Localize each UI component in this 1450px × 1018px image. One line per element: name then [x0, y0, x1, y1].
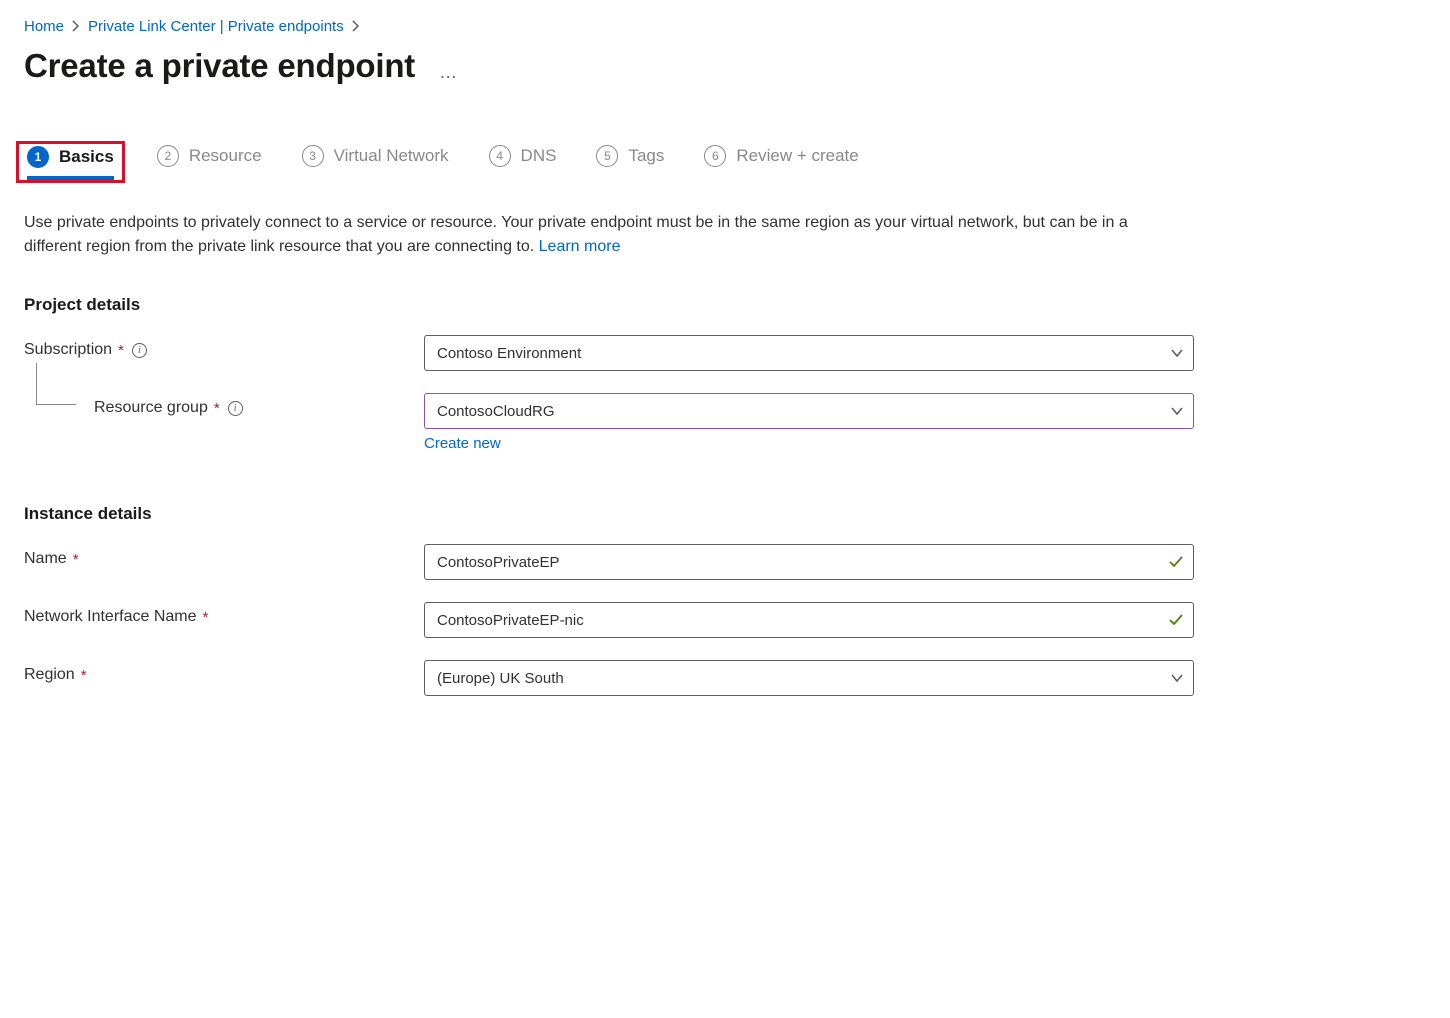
- form-row-resource-group: Resource group * i Create new: [24, 393, 1426, 452]
- tab-label: Tags: [628, 146, 664, 166]
- chevron-right-icon: [72, 19, 80, 35]
- highlight-box: 1 Basics: [16, 141, 125, 183]
- tab-virtual-network[interactable]: 3 Virtual Network: [302, 145, 449, 179]
- tab-tags[interactable]: 5 Tags: [596, 145, 664, 179]
- tab-number-icon: 4: [489, 145, 511, 167]
- tab-basics[interactable]: 1 Basics: [27, 146, 114, 180]
- subscription-select[interactable]: [424, 335, 1194, 371]
- overflow-icon[interactable]: …: [439, 62, 459, 83]
- tab-number-icon: 6: [704, 145, 726, 167]
- required-indicator-icon: *: [118, 342, 124, 359]
- label-subscription: Subscription: [24, 341, 112, 359]
- indent-line-icon: [36, 363, 76, 405]
- form-row-region: Region *: [24, 660, 1426, 696]
- tab-number-icon: 3: [302, 145, 324, 167]
- tab-label: Resource: [189, 146, 262, 166]
- required-indicator-icon: *: [73, 551, 79, 568]
- breadcrumb: Home Private Link Center | Private endpo…: [24, 18, 1426, 35]
- tab-label: Basics: [59, 147, 114, 167]
- info-icon[interactable]: i: [228, 401, 243, 416]
- page-title: Create a private endpoint: [24, 47, 415, 85]
- tab-review-create[interactable]: 6 Review + create: [704, 145, 858, 179]
- chevron-right-icon: [352, 19, 360, 35]
- required-indicator-icon: *: [203, 609, 209, 626]
- tab-description: Use private endpoints to privately conne…: [24, 211, 1184, 259]
- learn-more-link[interactable]: Learn more: [539, 238, 621, 255]
- tab-label: DNS: [521, 146, 557, 166]
- form-row-name: Name *: [24, 544, 1426, 580]
- label-nic-name: Network Interface Name: [24, 608, 197, 626]
- tab-label: Review + create: [736, 146, 858, 166]
- nic-name-input[interactable]: [424, 602, 1194, 638]
- info-icon[interactable]: i: [132, 343, 147, 358]
- section-heading-project-details: Project details: [24, 295, 1426, 315]
- region-select[interactable]: [424, 660, 1194, 696]
- required-indicator-icon: *: [81, 667, 87, 684]
- label-region: Region: [24, 666, 75, 684]
- label-name: Name: [24, 550, 67, 568]
- tab-number-icon: 1: [27, 146, 49, 168]
- tab-number-icon: 5: [596, 145, 618, 167]
- label-resource-group: Resource group: [94, 399, 208, 417]
- resource-group-select[interactable]: [424, 393, 1194, 429]
- breadcrumb-private-link-center[interactable]: Private Link Center | Private endpoints: [88, 18, 344, 35]
- name-input[interactable]: [424, 544, 1194, 580]
- page-header: Create a private endpoint …: [24, 47, 1426, 85]
- required-indicator-icon: *: [214, 400, 220, 417]
- tab-number-icon: 2: [157, 145, 179, 167]
- create-new-link[interactable]: Create new: [424, 435, 501, 452]
- section-heading-instance-details: Instance details: [24, 504, 1426, 524]
- tab-dns[interactable]: 4 DNS: [489, 145, 557, 179]
- breadcrumb-home[interactable]: Home: [24, 18, 64, 35]
- wizard-tabs: 1 Basics 2 Resource 3 Virtual Network 4 …: [24, 141, 1426, 183]
- tab-resource[interactable]: 2 Resource: [157, 145, 262, 179]
- tab-label: Virtual Network: [334, 146, 449, 166]
- form-row-nic-name: Network Interface Name *: [24, 602, 1426, 638]
- form-row-subscription: Subscription * i: [24, 335, 1426, 371]
